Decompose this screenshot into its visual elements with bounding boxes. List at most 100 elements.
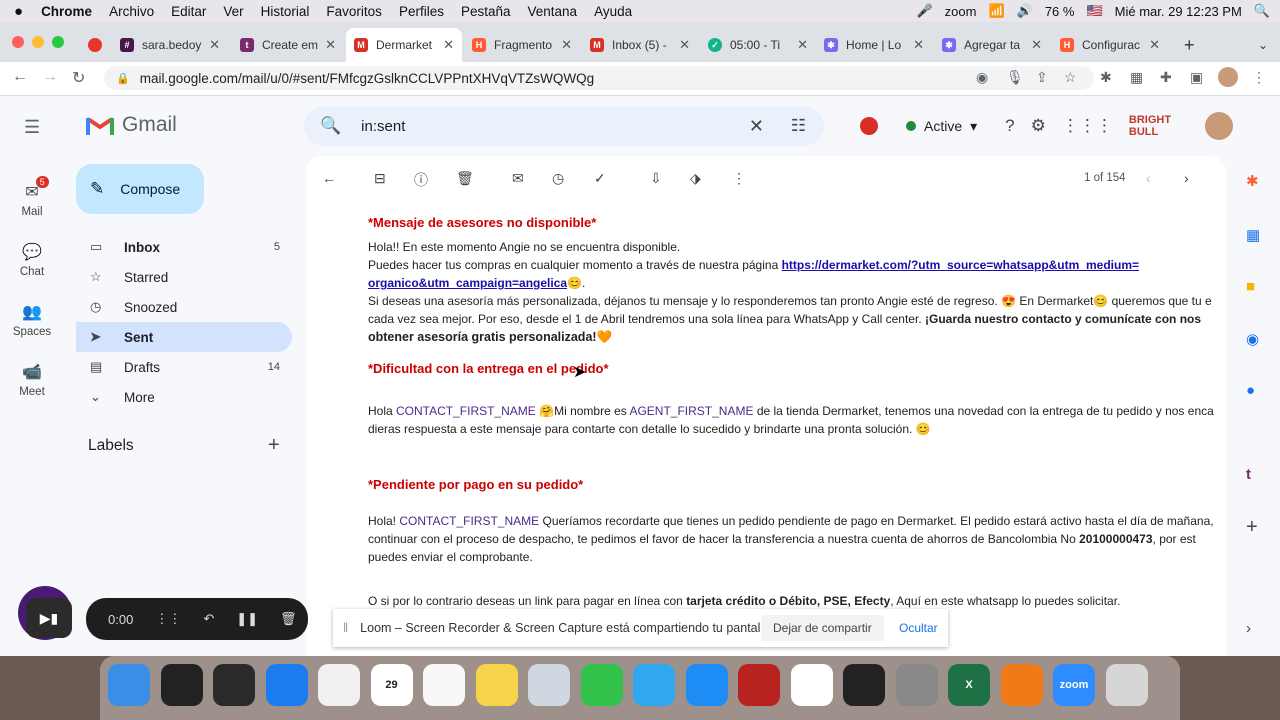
tab-fragmento[interactable]: H Fragmento ✕: [464, 30, 580, 60]
rail-meet[interactable]: 📹 Meet: [0, 350, 64, 410]
rail-chat[interactable]: 💬 Chat: [0, 230, 64, 290]
siri-icon[interactable]: [160, 664, 203, 706]
newer-icon[interactable]: ‹: [1146, 170, 1151, 186]
tab-create-email[interactable]: t Create em ✕: [232, 30, 344, 60]
expand-panel-icon[interactable]: ›: [1246, 620, 1251, 637]
bookmark-star-icon[interactable]: ☆: [1064, 69, 1077, 86]
close-tab-icon[interactable]: ✕: [209, 37, 220, 53]
messages-icon[interactable]: [633, 664, 675, 706]
folder-sent[interactable]: ➤ Sent: [76, 322, 292, 352]
reload-icon[interactable]: ↻: [72, 68, 85, 88]
add-task-icon[interactable]: ✓: [594, 170, 606, 187]
back-icon[interactable]: ←: [12, 68, 28, 86]
photo-booth-icon[interactable]: [738, 664, 780, 706]
wifi-icon[interactable]: 📶: [988, 3, 1004, 19]
pause-icon[interactable]: ❚❚: [236, 611, 258, 627]
settings-gear-icon[interactable]: ⚙: [1031, 116, 1046, 136]
piano-icon[interactable]: [843, 664, 885, 706]
menu-archivo[interactable]: Archivo: [109, 4, 154, 19]
trash-icon[interactable]: [1105, 664, 1148, 706]
photos-icon[interactable]: [790, 664, 833, 706]
older-icon[interactable]: ›: [1184, 170, 1189, 186]
search-icon[interactable]: 🔍: [320, 116, 341, 136]
close-tab-icon[interactable]: ✕: [797, 37, 808, 53]
zoom-status[interactable]: zoom: [945, 4, 977, 19]
compose-button[interactable]: ✎ Compose: [76, 164, 204, 214]
facetime-icon[interactable]: [580, 664, 623, 706]
account-avatar[interactable]: [1204, 112, 1233, 140]
voice-search-icon[interactable]: 🎙: [1006, 69, 1024, 86]
move-to-icon[interactable]: ⇩: [650, 170, 662, 187]
menu-perfiles[interactable]: Perfiles: [399, 4, 444, 19]
status-selector[interactable]: Active ▾: [894, 114, 989, 139]
safari-icon[interactable]: [265, 664, 308, 706]
spotlight-icon[interactable]: 🔍: [1254, 3, 1270, 19]
app-store-icon[interactable]: [685, 664, 728, 706]
apps-grid-icon[interactable]: ⋮⋮⋮: [1062, 116, 1113, 136]
tab-timer[interactable]: ✓ 05:00 - Ti ✕: [700, 30, 816, 60]
tab-inbox[interactable]: M Inbox (5) - ✕: [582, 30, 698, 60]
extensions-puzzle-icon[interactable]: ✚: [1160, 69, 1172, 86]
more-actions-icon[interactable]: ⋮: [732, 170, 746, 187]
tab-slack[interactable]: # sara.bedoy ✕: [112, 30, 228, 60]
notes-icon[interactable]: [475, 664, 518, 706]
menu-editar[interactable]: Editar: [171, 4, 206, 19]
gmail-logo[interactable]: Gmail: [86, 113, 177, 137]
close-tab-icon[interactable]: ✕: [1031, 37, 1042, 53]
battery-percent[interactable]: 76 %: [1045, 4, 1075, 19]
eye-icon[interactable]: ◉: [976, 69, 988, 86]
contacts-addon-icon[interactable]: ●: [1246, 382, 1255, 399]
hide-button[interactable]: Ocultar: [899, 621, 938, 635]
rail-mail[interactable]: ✉ 5 Mail: [0, 170, 64, 230]
extension-hubspot-icon[interactable]: ▦: [1130, 69, 1143, 86]
add-label-icon[interactable]: +: [268, 434, 280, 457]
brand-logo[interactable]: BRIGHT BULL: [1129, 114, 1189, 138]
calendar-icon[interactable]: 29: [370, 664, 413, 706]
keep-addon-icon[interactable]: ■: [1246, 278, 1255, 295]
camera-toggle-icon[interactable]: ▶▮: [26, 598, 72, 638]
tab-agregar[interactable]: ✱ Agregar ta ✕: [934, 30, 1050, 60]
drag-handle-icon[interactable]: ⋮⋮: [155, 611, 181, 627]
close-tab-icon[interactable]: ✕: [913, 37, 924, 53]
tab-search-icon[interactable]: ⌄: [1250, 30, 1274, 60]
menu-ventana[interactable]: Ventana: [528, 4, 578, 19]
profile-avatar[interactable]: [1218, 67, 1238, 87]
minimize-window-icon[interactable]: [32, 36, 44, 48]
reminders-icon[interactable]: [423, 664, 465, 706]
chrome-menu-icon[interactable]: ⋮: [1252, 69, 1266, 86]
new-tab-icon[interactable]: +: [1176, 30, 1200, 60]
close-tab-icon[interactable]: ✕: [1149, 37, 1160, 53]
search-options-icon[interactable]: ☷: [791, 116, 806, 136]
excel-icon[interactable]: X: [948, 664, 990, 706]
folder-starred[interactable]: ☆ Starred: [76, 262, 292, 292]
rail-spaces[interactable]: 👥 Spaces: [0, 290, 64, 350]
label-icon[interactable]: ⬗: [690, 170, 701, 187]
tab-configuracion[interactable]: H Configurac ✕: [1052, 30, 1168, 60]
tab-home[interactable]: ✱ Home | Lo ✕: [816, 30, 932, 60]
add-addon-icon[interactable]: +: [1246, 516, 1258, 539]
side-panel-icon[interactable]: ▣: [1190, 69, 1203, 86]
extension-clickup-icon[interactable]: ✱: [1100, 69, 1112, 86]
folder-drafts[interactable]: ▤ Drafts 14: [76, 352, 292, 382]
undo-icon[interactable]: ↶: [203, 611, 214, 627]
grip-icon[interactable]: ‖: [343, 621, 348, 635]
status-ring-icon[interactable]: [860, 117, 878, 135]
close-tab-icon[interactable]: ✕: [443, 37, 454, 53]
close-tab-icon[interactable]: ✕: [561, 37, 572, 53]
apple-icon[interactable]: ●: [14, 3, 23, 20]
clear-search-icon[interactable]: ✕: [749, 116, 764, 137]
dermarket-link[interactable]: https://dermarket.com/?utm_source=whatsa…: [782, 258, 1139, 272]
share-icon[interactable]: ⇪: [1036, 69, 1048, 86]
microphone-icon[interactable]: 🎤: [916, 3, 932, 19]
snooze-icon[interactable]: ◷: [552, 170, 564, 187]
chrome-icon[interactable]: [318, 664, 360, 706]
tab-dermarket[interactable]: M Dermarket ✕: [346, 28, 462, 62]
dermarket-link-cont[interactable]: organico&utm_campaign=angelica: [368, 276, 567, 290]
finder-icon[interactable]: [108, 664, 150, 706]
clock[interactable]: Mié mar. 29 12:23 PM: [1115, 4, 1242, 19]
t-addon-icon[interactable]: t: [1246, 466, 1251, 483]
help-icon[interactable]: ?: [1005, 116, 1014, 136]
forward-icon[interactable]: →: [42, 68, 58, 86]
search-bar[interactable]: 🔍 in:sent ✕ ☷: [304, 106, 824, 146]
preview-icon[interactable]: [528, 664, 570, 706]
